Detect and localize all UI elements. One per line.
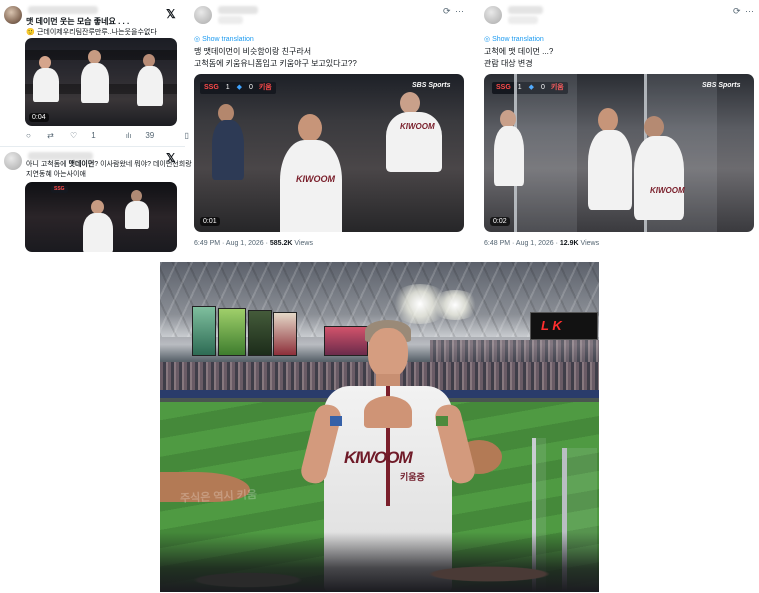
- team1-name: SSG: [204, 84, 219, 91]
- tweet-text-line: 지연동혜 아는사이애: [26, 171, 86, 178]
- views-label: Views: [292, 240, 313, 247]
- team1-name: SSG: [496, 84, 511, 91]
- broadcaster-logo: SBS Sports: [412, 82, 451, 89]
- author-name[interactable]: [508, 6, 543, 14]
- refresh-icon[interactable]: ⟳: [443, 6, 451, 17]
- face: [368, 328, 408, 378]
- team1-score: 1: [225, 84, 230, 91]
- views-count: 585.2K: [269, 240, 293, 247]
- author-name[interactable]: [218, 6, 258, 14]
- avatar[interactable]: [4, 152, 22, 170]
- more-options-icon[interactable]: ···: [455, 6, 464, 16]
- tweet-video[interactable]: SSG: [25, 182, 177, 252]
- jersey-patch: [436, 416, 448, 426]
- tweet-text-line: 🙂 근데이제우리팀잔루만루..나는웃을수없다: [26, 26, 157, 38]
- jersey-patch: [330, 416, 342, 426]
- tweet-video[interactable]: 0:04: [25, 38, 177, 126]
- emoji-icon: 🙂: [26, 29, 35, 36]
- tweet-timestamp[interactable]: 6:49 PM · Aug 1, 2026 · 585.2K Views: [194, 240, 313, 247]
- divider: [0, 146, 185, 147]
- stadium-light: [430, 290, 480, 320]
- like-count: 1: [91, 131, 96, 140]
- avatar[interactable]: [194, 6, 212, 24]
- views-icon: ılı: [125, 133, 132, 140]
- tweet-text-bold: 맷데이먼: [68, 161, 95, 168]
- video-duration: 0:01: [200, 217, 220, 226]
- show-translation-link[interactable]: ◎ Show translation: [194, 35, 254, 43]
- team2-name: 키움: [258, 84, 272, 91]
- timestamp-text: 6:48 PM · Aug 1, 2026 ·: [484, 240, 560, 247]
- views-count: 12.9K: [559, 240, 579, 247]
- translation-label: Show translation: [202, 36, 254, 43]
- views-button[interactable]: ılı 39: [126, 131, 168, 140]
- tweet-text-span: ? 이사람왔네 뭐야? 데이먼선희랑: [94, 161, 192, 168]
- score-overlay: SSG 1 ◆ 0 키움: [200, 82, 276, 94]
- jersey-lettering: KIWOOM: [650, 186, 685, 195]
- like-button[interactable]: ♡ 1: [70, 131, 110, 140]
- team2-score: 0: [248, 84, 253, 91]
- ad-banner: [218, 308, 246, 356]
- tweet-text-span: 근데이제우리팀잔루만루..나는웃을수없다: [36, 29, 157, 36]
- tweet-text-span: 아니 고척돔에: [26, 161, 69, 168]
- tweet-text-line: 맹 맷데이먼이 비슷함이랑 친구라서: [194, 47, 312, 56]
- ad-banner: [273, 312, 297, 356]
- author-handle[interactable]: [508, 16, 538, 24]
- team1-name: SSG: [54, 186, 65, 192]
- timestamp-text: 6:49 PM · Aug 1, 2026 ·: [194, 240, 270, 247]
- translate-icon: ◎: [194, 36, 203, 43]
- like-icon: ♡: [70, 131, 78, 140]
- jersey-sublogo: 키움증: [400, 472, 425, 482]
- show-translation-link[interactable]: ◎ Show translation: [484, 35, 544, 43]
- translate-icon: ◎: [484, 36, 493, 43]
- crowd: [160, 532, 599, 592]
- stadium-photo: L K 주식은 역시 키움 KIWOOM 키움증: [160, 262, 599, 592]
- ad-banner: [248, 310, 272, 356]
- author-handle[interactable]: [218, 16, 243, 24]
- author-name[interactable]: [28, 6, 98, 14]
- refresh-icon[interactable]: ⟳: [733, 6, 741, 17]
- more-options-icon[interactable]: ···: [745, 6, 754, 16]
- jersey-lettering: KIWOOM: [296, 174, 335, 184]
- ad-banner: [192, 306, 216, 356]
- scoreboard: L K: [530, 312, 598, 340]
- scoreboard-text: L K: [541, 318, 562, 333]
- tweet-text-line: 고척돔에 키움유니폼입고 키움야구 보고있다고??: [194, 59, 357, 68]
- jersey-logo: KIWOOM: [344, 448, 413, 467]
- x-logo-icon: 𝕏: [166, 7, 176, 21]
- video-duration: 0:02: [490, 217, 510, 226]
- tweet-video[interactable]: SSG 1 ◆ 0 키움 SBS Sports KIWOOM 0:02: [484, 74, 754, 232]
- video-duration: 0:04: [29, 113, 49, 122]
- view-count: 39: [145, 131, 155, 140]
- score-overlay: SSG: [51, 186, 68, 193]
- base-indicator-icon: ◆: [236, 84, 242, 91]
- avatar[interactable]: [4, 6, 22, 24]
- tweet-text-line: 고척에 맷 데이먼 ...?: [484, 47, 554, 56]
- tweet-video[interactable]: SSG 1 ◆ 0 키움 SBS Sports KIWOOM KIWOOM 0:…: [194, 74, 464, 232]
- tweet-timestamp[interactable]: 6:48 PM · Aug 1, 2026 · 12.9K Views: [484, 240, 599, 247]
- reply-icon[interactable]: ○: [26, 131, 31, 140]
- retweet-icon[interactable]: ⇄: [47, 131, 54, 140]
- tweet-text-line: 관람 대상 변경: [484, 59, 533, 68]
- avatar[interactable]: [484, 6, 502, 24]
- jersey-lettering: KIWOOM: [400, 122, 435, 131]
- bookmark-icon[interactable]: ▯: [184, 131, 188, 140]
- heart-hands: [364, 396, 412, 428]
- translation-label: Show translation: [492, 36, 544, 43]
- views-label: Views: [578, 240, 600, 247]
